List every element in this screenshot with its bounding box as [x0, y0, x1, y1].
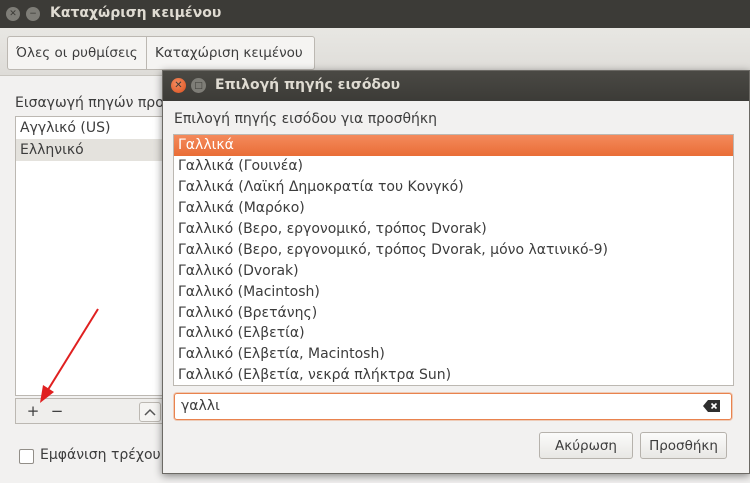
list-item[interactable]: Γαλλικό (Βερο, εργονομικό, τρόπος Dvorak…	[174, 219, 733, 240]
breadcrumb-text-entry[interactable]: Καταχώριση κειμένου	[147, 36, 315, 70]
list-item[interactable]: Γαλλικό (Βρετάνης)	[174, 302, 733, 323]
dialog-titlebar: ✕ □ Επιλογή πηγής εισόδου	[163, 71, 749, 101]
list-item[interactable]: Γαλλικό (Ελβετία)	[174, 323, 733, 344]
add-button[interactable]: Προσθήκη	[640, 432, 727, 459]
list-item[interactable]: Ελληνικό	[16, 139, 165, 161]
chevron-up-icon	[144, 408, 156, 416]
breadcrumb-all-settings[interactable]: Όλες οι ρυθμίσεις	[7, 36, 147, 70]
minimize-icon[interactable]: −	[26, 7, 40, 21]
dialog-prompt: Επιλογή πηγής εισόδου για προσθήκη	[174, 111, 438, 127]
maximize-icon[interactable]: □	[191, 78, 206, 93]
search-input[interactable]: γαλλι	[174, 393, 732, 420]
list-item[interactable]: Αγγλικό (US)	[16, 117, 165, 139]
list-item[interactable]: Γαλλικά	[174, 135, 733, 156]
input-source-list: Γαλλικά Γαλλικά (Γουινέα) Γαλλικά (Λαϊκή…	[173, 134, 734, 386]
background-window-titlebar: ✕ − Καταχώριση κειμένου	[0, 0, 750, 28]
list-item[interactable]: Γαλλικά (Λαϊκή Δημοκρατία του Κονγκό)	[174, 177, 733, 198]
list-item[interactable]: Γαλλικό (Βερο, εργονομικό, τρόπος Dvorak…	[174, 239, 733, 260]
input-source-dialog: ✕ □ Επιλογή πηγής εισόδου Επιλογή πηγής …	[162, 70, 750, 474]
list-item[interactable]: Γαλλικά (Μαρόκο)	[174, 198, 733, 219]
input-sources-label: Εισαγωγή πηγών προ	[15, 95, 164, 111]
window-title: Καταχώριση κειμένου	[50, 5, 222, 21]
close-icon[interactable]: ✕	[171, 78, 186, 93]
move-up-button[interactable]	[139, 402, 161, 422]
annotation-arrow-icon	[40, 308, 99, 403]
list-item[interactable]: Γαλλικό (Macintosh)	[174, 281, 733, 302]
list-item[interactable]: Γαλλικό (Ελβετία, Macintosh)	[174, 344, 733, 365]
search-input-value: γαλλι	[181, 398, 220, 414]
close-icon[interactable]: ✕	[6, 7, 20, 21]
cancel-button[interactable]: Ακύρωση	[539, 432, 633, 459]
list-item[interactable]: Γαλλικό (Dvorak)	[174, 260, 733, 281]
dialog-title: Επιλογή πηγής εισόδου	[215, 77, 401, 93]
show-current-label: Εμφάνιση τρέχου	[40, 447, 161, 463]
clear-text-icon[interactable]	[703, 399, 721, 413]
list-item[interactable]: Γαλλικά (Γουινέα)	[174, 156, 733, 177]
list-item[interactable]: Γαλλικό (Ελβετία, νεκρά πλήκτρα Sun)	[174, 365, 733, 385]
show-current-checkbox[interactable]	[19, 449, 34, 464]
